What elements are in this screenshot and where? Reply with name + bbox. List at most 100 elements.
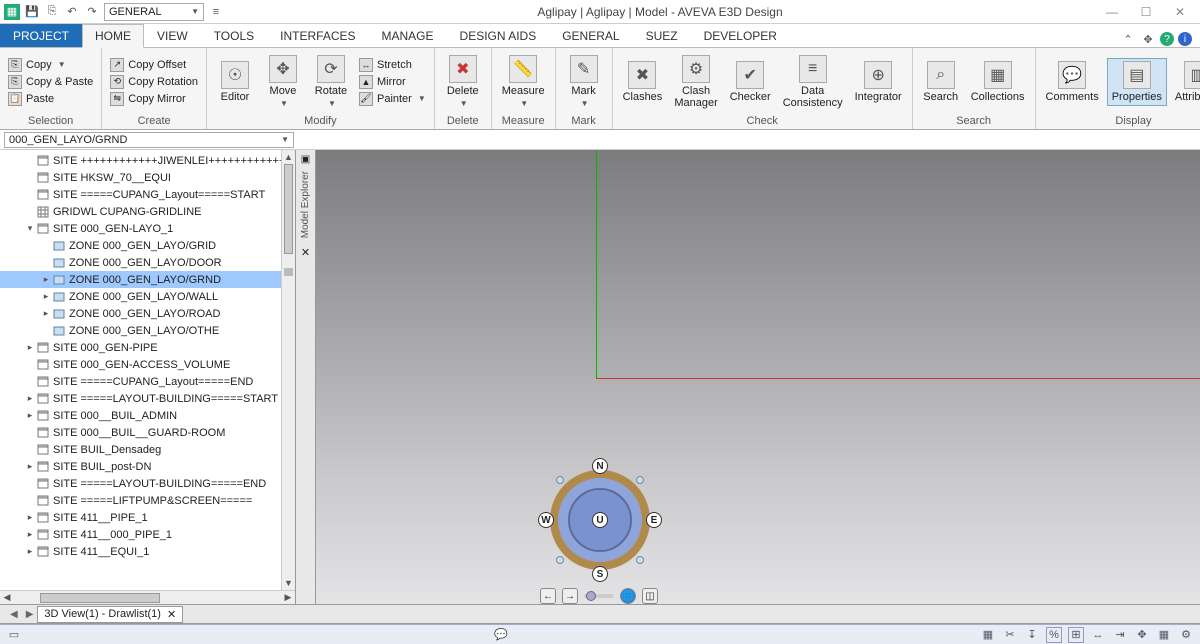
tree-vertical-scrollbar[interactable]: ▲ ▼	[281, 150, 295, 590]
scroll-thumb[interactable]	[284, 164, 293, 254]
tree-expand-icon[interactable]: ▾	[24, 223, 36, 234]
app-menu-icon[interactable]: ▦	[4, 4, 20, 20]
scroll-left-icon[interactable]: ◀	[0, 592, 14, 603]
status-messages-icon[interactable]: ▭	[6, 627, 22, 643]
compass-handle-sw[interactable]	[556, 556, 564, 564]
tree-node[interactable]: SITE 000_GEN-ACCESS_VOLUME	[0, 356, 295, 373]
compass-handle-se[interactable]	[636, 556, 644, 564]
compass-west[interactable]: W	[538, 512, 554, 528]
tab-suez[interactable]: SUEZ	[633, 24, 691, 47]
compass-east[interactable]: E	[646, 512, 662, 528]
tree-node[interactable]: ▸ SITE 411__PIPE_1	[0, 509, 295, 526]
discipline-dropdown[interactable]: GENERAL ▼	[104, 3, 204, 21]
copy-button[interactable]: ⎘Copy▼	[6, 57, 95, 73]
path-combo[interactable]: 000_GEN_LAYO/GRND ▼	[4, 132, 294, 148]
cube-icon[interactable]: ◫	[642, 588, 658, 604]
tree-node[interactable]: SITE ++++++++++++JIWENLEI++++++++++++	[0, 152, 295, 169]
nav-prev-icon[interactable]: ←	[540, 588, 556, 604]
measure-button[interactable]: 📏Measure▼	[498, 53, 549, 110]
status-tool-1-icon[interactable]: ▦	[980, 627, 996, 643]
tree-node[interactable]: ZONE 000_GEN_LAYO/DOOR	[0, 254, 295, 271]
maximize-button[interactable]: ☐	[1136, 5, 1156, 19]
close-button[interactable]: ✕	[1170, 5, 1190, 19]
tree-node[interactable]: ▸ SITE =====LAYOUT-BUILDING=====START	[0, 390, 295, 407]
tree-expand-icon[interactable]: ▸	[40, 291, 52, 302]
compass-handle-nw[interactable]	[556, 476, 564, 484]
scroll-down-icon[interactable]: ▼	[282, 576, 295, 590]
compass-north[interactable]: N	[592, 458, 608, 474]
tree-node[interactable]: SITE =====CUPANG_Layout=====START	[0, 186, 295, 203]
data-consistency-button[interactable]: ≡Data Consistency	[779, 53, 847, 111]
scroll-grip[interactable]	[284, 268, 293, 276]
tab-interfaces[interactable]: INTERFACES	[267, 24, 368, 47]
tree-node[interactable]: ▸ SITE BUIL_post-DN	[0, 458, 295, 475]
redo-icon[interactable]: ↷	[84, 4, 100, 20]
globe-icon[interactable]: 🌐	[620, 588, 636, 604]
compass-up[interactable]: U	[592, 512, 608, 528]
tree-node[interactable]: SITE =====CUPANG_Layout=====END	[0, 373, 295, 390]
copy-offset-button[interactable]: ↗Copy Offset	[108, 57, 200, 73]
tree-expand-icon[interactable]: ▸	[24, 546, 36, 557]
status-tool-5-icon[interactable]: ⊞	[1068, 627, 1084, 643]
tab-scroll-left-icon[interactable]: ◀	[6, 609, 22, 620]
model-tree[interactable]: SITE ++++++++++++JIWENLEI++++++++++++ SI…	[0, 150, 295, 586]
qat-customize-icon[interactable]: ≡	[208, 4, 224, 20]
status-tool-4-icon[interactable]: %	[1046, 627, 1062, 643]
nav-slider[interactable]	[584, 594, 614, 598]
status-tool-7-icon[interactable]: ⇥	[1112, 627, 1128, 643]
status-tool-9-icon[interactable]: ▦	[1156, 627, 1172, 643]
status-tool-8-icon[interactable]: ✥	[1134, 627, 1150, 643]
tab-developer[interactable]: DEVELOPER	[691, 24, 790, 47]
tree-node[interactable]: SITE BUIL_Densadeg	[0, 441, 295, 458]
tree-node[interactable]: ZONE 000_GEN_LAYO/OTHE	[0, 322, 295, 339]
panel-pin-icon[interactable]: ▣	[301, 154, 310, 165]
status-tool-2-icon[interactable]: ✂	[1002, 627, 1018, 643]
view-tab[interactable]: 3D View(1) - Drawlist(1) ✕	[37, 606, 183, 623]
savework-icon[interactable]: ⎘	[44, 4, 60, 20]
tree-expand-icon[interactable]: ▸	[24, 342, 36, 353]
tree-expand-icon[interactable]: ▸	[40, 274, 52, 285]
checker-button[interactable]: ✔Checker	[726, 59, 775, 105]
collections-button[interactable]: ▦Collections	[967, 59, 1029, 105]
scroll-thumb[interactable]	[40, 593, 160, 603]
view-compass[interactable]: U N S E W	[540, 460, 660, 580]
scroll-right-icon[interactable]: ▶	[281, 592, 295, 603]
undo-icon[interactable]: ↶	[64, 4, 80, 20]
rotate-button[interactable]: ⟳Rotate▼	[309, 53, 353, 110]
painter-button[interactable]: 🖌Painter▼	[357, 91, 428, 107]
tree-node[interactable]: ▸ SITE 000_GEN-PIPE	[0, 339, 295, 356]
copy-rotation-button[interactable]: ⟲Copy Rotation	[108, 74, 200, 90]
tree-node[interactable]: SITE HKSW_70__EQUI	[0, 169, 295, 186]
tree-node[interactable]: ▸ SITE 411__EQUI_1	[0, 543, 295, 560]
tree-expand-icon[interactable]: ▸	[40, 308, 52, 319]
tab-project[interactable]: PROJECT	[0, 24, 82, 47]
tree-node[interactable]: SITE =====LAYOUT-BUILDING=====END	[0, 475, 295, 492]
status-tool-3-icon[interactable]: ↧	[1024, 627, 1040, 643]
tree-node[interactable]: ▸ ZONE 000_GEN_LAYO/WALL	[0, 288, 295, 305]
search-button[interactable]: ⌕Search	[919, 59, 963, 105]
side-panel-label[interactable]: Model Explorer	[300, 171, 311, 238]
compass-handle-ne[interactable]	[636, 476, 644, 484]
clash-manager-button[interactable]: ⚙Clash Manager	[670, 53, 721, 111]
tab-manage[interactable]: MANAGE	[369, 24, 447, 47]
tree-node[interactable]: ▾ SITE 000_GEN-LAYO_1	[0, 220, 295, 237]
status-chat-icon[interactable]: 💬	[493, 627, 509, 643]
tree-node[interactable]: GRIDWL CUPANG-GRIDLINE	[0, 203, 295, 220]
tree-horizontal-scrollbar[interactable]: ◀ ▶	[0, 590, 295, 604]
tab-view[interactable]: VIEW	[144, 24, 201, 47]
layout-icon[interactable]: ✥	[1140, 31, 1156, 47]
stretch-button[interactable]: ↔Stretch	[357, 57, 428, 73]
mark-button[interactable]: ✎Mark▼	[562, 53, 606, 110]
clashes-button[interactable]: ✖Clashes	[619, 59, 667, 105]
attributes-button[interactable]: ▥Attributes	[1171, 59, 1200, 105]
panel-close-icon[interactable]: ✕	[301, 246, 310, 259]
tab-design aids[interactable]: DESIGN AIDS	[447, 24, 550, 47]
compass-south[interactable]: S	[592, 566, 608, 582]
tree-node[interactable]: ▸ SITE 411__000_PIPE_1	[0, 526, 295, 543]
tree-node[interactable]: SITE =====LIFTPUMP&SCREEN=====	[0, 492, 295, 509]
status-settings-icon[interactable]: ⚙	[1178, 627, 1194, 643]
tab-tools[interactable]: TOOLS	[201, 24, 267, 47]
collapse-ribbon-icon[interactable]: ⌃	[1120, 31, 1136, 47]
move-button[interactable]: ✥Move▼	[261, 53, 305, 110]
tab-general[interactable]: GENERAL	[549, 24, 632, 47]
